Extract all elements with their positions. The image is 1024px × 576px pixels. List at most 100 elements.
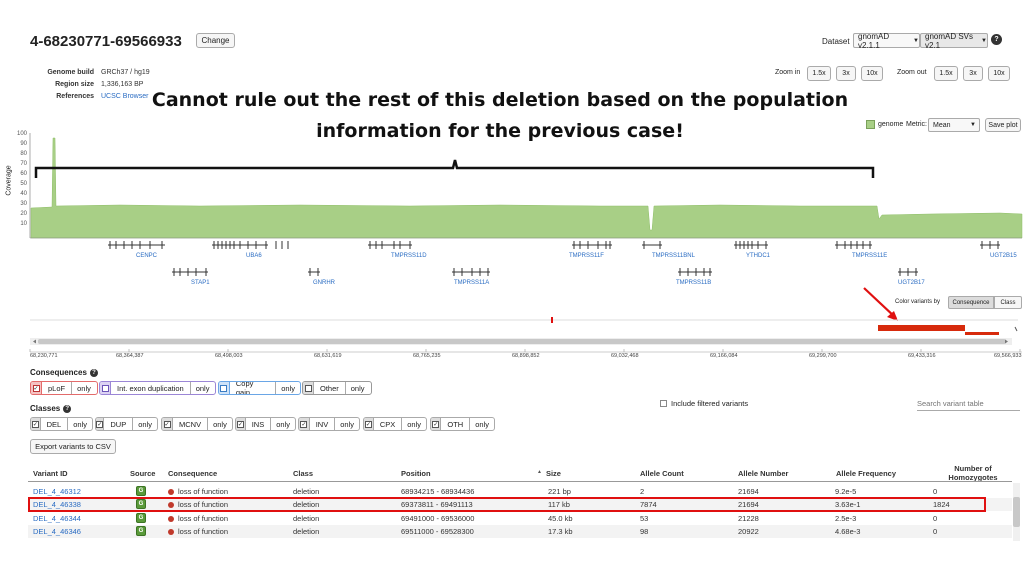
consequence-only-copy-gain-button[interactable]: only bbox=[275, 382, 300, 394]
gene-label-tmprss11d[interactable]: TMPRSS11D bbox=[391, 253, 427, 259]
x-tick-label: 69,566,933 bbox=[994, 353, 1022, 359]
class-chip-mcnv: ✓ MCNV only bbox=[161, 417, 233, 431]
col-header-size[interactable]: ▲ Size bbox=[537, 469, 561, 478]
consequence-text: loss of function bbox=[178, 527, 229, 536]
homozygotes-cell: 0 bbox=[933, 514, 938, 523]
class-checkbox-cpx[interactable]: ✓ bbox=[364, 418, 374, 430]
classes-title: Classes ? bbox=[30, 404, 72, 413]
class-only-inv-button[interactable]: only bbox=[334, 418, 359, 430]
gnomad-source-icon: G bbox=[136, 526, 146, 536]
highlight-box bbox=[28, 497, 986, 512]
color-by-consequence-toggle[interactable]: Consequence bbox=[948, 296, 994, 309]
col-header-homozygotes[interactable]: Number of Homozygotes bbox=[940, 464, 1006, 482]
class-chip-oth: ✓ OTH only bbox=[430, 417, 495, 431]
consequence-chip-int-exon-duplication: Int. exon duplication only bbox=[99, 381, 216, 395]
class-label-dup: DUP bbox=[110, 419, 127, 429]
consequence-text: loss of function bbox=[178, 514, 229, 523]
class-checkbox-dup[interactable]: ✓ bbox=[96, 418, 105, 430]
consequence-checkbox-copy-gain[interactable] bbox=[219, 382, 230, 394]
variant-id-link[interactable]: DEL_4_46312 bbox=[33, 487, 81, 496]
consequence-checkbox-other[interactable] bbox=[303, 382, 314, 394]
col-header-class[interactable]: Class bbox=[293, 469, 313, 478]
gene-label-uba6[interactable]: UBA6 bbox=[246, 253, 262, 259]
class-only-ins-button[interactable]: only bbox=[270, 418, 295, 430]
include-filtered-checkbox[interactable] bbox=[660, 400, 667, 407]
consequence-cell: loss of function bbox=[168, 487, 228, 496]
table-row[interactable]: DEL_4_46344 G loss of function deletion … bbox=[28, 512, 1012, 525]
col-header-allele-number[interactable]: Allele Number bbox=[738, 469, 788, 478]
class-only-oth-button[interactable]: only bbox=[469, 418, 494, 430]
allele-count-cell: 2 bbox=[640, 487, 645, 496]
consequence-label-other: Other bbox=[320, 383, 339, 393]
gene-label-ugt2b15[interactable]: UGT2B15 bbox=[990, 253, 1017, 259]
lof-dot-icon bbox=[168, 488, 174, 495]
class-checkbox-oth[interactable]: ✓ bbox=[431, 418, 442, 430]
consequence-label-plof: pLoF bbox=[48, 383, 66, 393]
allele-number-cell: 21694 bbox=[738, 487, 759, 496]
col-header-allele-frequency[interactable]: Allele Frequency bbox=[836, 469, 896, 478]
allele-frequency-cell: 9.2e-5 bbox=[835, 487, 857, 496]
variant-id-link[interactable]: DEL_4_46344 bbox=[33, 514, 81, 523]
homozygotes-cell: 0 bbox=[933, 527, 938, 536]
col-header-homozygotes-line1: Number of bbox=[954, 464, 992, 473]
position-cell: 68934215 - 68934436 bbox=[401, 487, 475, 496]
gene-track-row1 bbox=[108, 241, 1000, 249]
col-header-consequence[interactable]: Consequence bbox=[168, 469, 217, 478]
table-row[interactable]: DEL_4_46346 G loss of function deletion … bbox=[28, 525, 1012, 538]
consequence-checkbox-int-exon-duplication[interactable] bbox=[100, 382, 111, 394]
gnomad-source-icon: G bbox=[136, 513, 146, 523]
class-cell: deletion bbox=[293, 487, 320, 496]
table-scroll-thumb[interactable] bbox=[1013, 497, 1020, 527]
col-header-variant-id[interactable]: Variant ID bbox=[33, 469, 68, 478]
sort-ascending-icon: ▲ bbox=[537, 469, 542, 475]
class-label-cpx: CPX bbox=[379, 419, 396, 429]
class-checkbox-del[interactable]: ✓ bbox=[31, 418, 41, 430]
class-only-cpx-button[interactable]: only bbox=[401, 418, 426, 430]
class-only-dup-button[interactable]: only bbox=[132, 418, 157, 430]
col-header-position[interactable]: Position bbox=[401, 469, 431, 478]
position-cell: 69491000 - 69536000 bbox=[401, 514, 475, 523]
consequence-only-other-button[interactable]: only bbox=[344, 382, 370, 394]
export-variants-button[interactable]: Export variants to CSV bbox=[30, 439, 116, 454]
col-header-source[interactable]: Source bbox=[130, 469, 155, 478]
consequence-checkbox-plof[interactable]: ✓ bbox=[31, 382, 42, 394]
class-checkbox-ins[interactable]: ✓ bbox=[236, 418, 246, 430]
gene-label-ythdc1[interactable]: YTHDC1 bbox=[746, 253, 770, 259]
consequence-label-int-exon-duplication: Int. exon duplication bbox=[117, 383, 184, 393]
help-icon[interactable]: ? bbox=[63, 404, 72, 413]
color-variants-label: Color variants by bbox=[895, 299, 941, 305]
size-cell: 17.3 kb bbox=[548, 527, 573, 536]
class-checkbox-inv[interactable]: ✓ bbox=[299, 418, 310, 430]
consequence-only-int-exon-duplication-button[interactable]: only bbox=[189, 382, 215, 394]
search-variant-input[interactable] bbox=[917, 397, 1020, 411]
class-only-del-button[interactable]: only bbox=[67, 418, 92, 430]
col-header-allele-count[interactable]: Allele Count bbox=[640, 469, 684, 478]
gene-label-gnrhr[interactable]: GNRHR bbox=[313, 280, 335, 286]
consequence-chip-plof: ✓ pLoF only bbox=[30, 381, 98, 395]
gene-label-tmprss11b[interactable]: TMPRSS11B bbox=[676, 280, 711, 286]
help-icon[interactable]: ? bbox=[89, 368, 98, 377]
gene-label-tmprss11e[interactable]: TMPRSS11E bbox=[852, 253, 887, 259]
x-tick-label: 68,631,619 bbox=[314, 353, 342, 359]
class-only-mcnv-button[interactable]: only bbox=[207, 418, 232, 430]
gene-label-tmprss11bnl[interactable]: TMPRSS11BNL bbox=[652, 253, 695, 259]
gene-label-ugt2b17[interactable]: UGT2B17 bbox=[898, 280, 925, 286]
class-label-del: DEL bbox=[46, 419, 62, 429]
variant-id-link[interactable]: DEL_4_46346 bbox=[33, 527, 81, 536]
gene-label-stap1[interactable]: STAP1 bbox=[191, 280, 210, 286]
bracket-annotation bbox=[34, 159, 875, 178]
gene-label-cenpc[interactable]: CENPC bbox=[136, 253, 157, 259]
class-chip-cpx: ✓ CPX only bbox=[363, 417, 427, 431]
x-tick-label: 68,364,387 bbox=[116, 353, 144, 359]
class-chip-del: ✓ DEL only bbox=[30, 417, 93, 431]
x-tick-label: 69,433,316 bbox=[908, 353, 936, 359]
consequence-only-plof-button[interactable]: only bbox=[71, 382, 96, 394]
class-checkbox-mcnv[interactable]: ✓ bbox=[162, 418, 173, 430]
variant-mark-del-4-46312 bbox=[551, 317, 553, 323]
gene-label-tmprss11f[interactable]: TMPRSS11F bbox=[569, 253, 604, 259]
gene-label-tmprss11a[interactable]: TMPRSS11A bbox=[454, 280, 489, 286]
color-by-class-toggle[interactable]: Class bbox=[994, 296, 1022, 309]
class-label-oth: OTH bbox=[447, 419, 464, 429]
consequence-cell: loss of function bbox=[168, 514, 228, 523]
allele-count-cell: 98 bbox=[640, 527, 649, 536]
